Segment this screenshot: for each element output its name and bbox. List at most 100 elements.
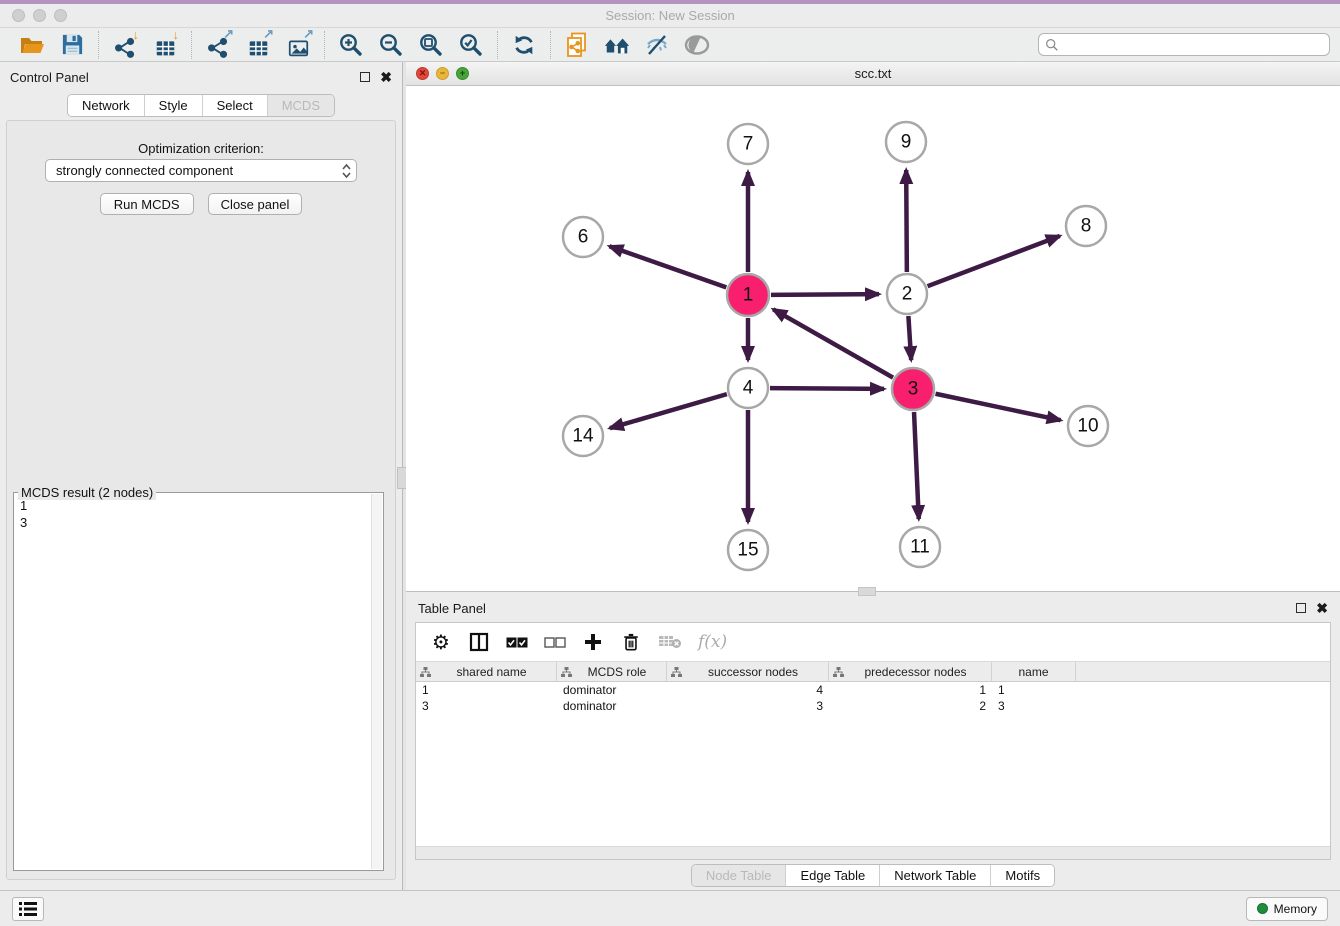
export-arrow-overlay-icon: ↗ — [223, 27, 234, 40]
tab-node-table[interactable]: Node Table — [692, 865, 786, 886]
import-table-icon[interactable]: ↓ — [151, 31, 179, 59]
cell-predecessor-nodes[interactable]: 2 — [829, 699, 992, 713]
table-scrollbar[interactable] — [416, 846, 1330, 859]
cell-successor-nodes[interactable]: 3 — [667, 699, 829, 713]
table-row[interactable]: 1 dominator 4 1 1 — [416, 682, 1330, 698]
network-minimize-button[interactable]: − — [436, 67, 449, 80]
cell-shared-name[interactable]: 1 — [416, 683, 557, 697]
tab-network-table[interactable]: Network Table — [879, 865, 990, 886]
zoom-selected-icon[interactable] — [457, 31, 485, 59]
criterion-dropdown[interactable]: strongly connected component — [45, 159, 357, 182]
close-window-button[interactable] — [12, 9, 25, 22]
graph-node-label: 7 — [743, 134, 754, 155]
tab-network[interactable]: Network — [68, 95, 144, 116]
graph-node-label: 2 — [902, 284, 913, 305]
window-controls — [12, 9, 67, 22]
network-graph[interactable]: 7968124314101511 — [406, 86, 1338, 590]
close-panel-button[interactable]: Close panel — [208, 193, 303, 215]
toolbar-separator — [497, 31, 498, 59]
table-row[interactable]: 3 dominator 3 2 3 — [416, 698, 1330, 714]
minimize-window-button[interactable] — [33, 9, 46, 22]
result-scrollbar[interactable] — [371, 494, 382, 869]
tab-select[interactable]: Select — [202, 95, 267, 116]
table-panel-title: Table Panel — [418, 601, 486, 616]
cell-mcds-role[interactable]: dominator — [557, 699, 667, 713]
delete-table-icon[interactable] — [658, 630, 682, 654]
graph-edge-2-9[interactable] — [906, 170, 907, 272]
column-header-shared-name[interactable]: shared name — [416, 662, 557, 681]
search-field[interactable] — [1038, 33, 1330, 56]
splitter-grip[interactable] — [858, 587, 876, 596]
graph-edge-1-2[interactable] — [771, 294, 879, 295]
graph-edge-3-1[interactable] — [773, 309, 893, 377]
stepper-chevrons-icon — [341, 163, 352, 179]
zoom-in-icon[interactable] — [337, 31, 365, 59]
table-settings-icon[interactable]: ⚙ — [430, 630, 452, 654]
column-header-successor-nodes[interactable]: successor nodes — [667, 662, 829, 681]
tab-edge-table[interactable]: Edge Table — [785, 865, 879, 886]
graph-edge-1-6[interactable] — [609, 246, 726, 287]
function-builder-icon[interactable]: f(x) — [698, 630, 727, 654]
hide-selected-icon[interactable] — [643, 31, 671, 59]
graph-node-label: 15 — [737, 540, 758, 561]
memory-status-dot — [1257, 903, 1268, 914]
cell-predecessor-nodes[interactable]: 1 — [829, 683, 992, 697]
close-panel-icon[interactable]: ✖ — [380, 70, 392, 84]
task-history-button[interactable] — [12, 897, 44, 921]
run-mcds-button[interactable]: Run MCDS — [100, 193, 194, 215]
deselect-all-icon[interactable] — [544, 630, 566, 654]
graph-edge-4-3[interactable] — [770, 388, 884, 389]
graph-edge-2-8[interactable] — [928, 236, 1060, 286]
toolbar-separator — [324, 31, 325, 59]
float-panel-icon[interactable] — [360, 72, 370, 82]
network-canvas[interactable]: 7968124314101511 — [406, 86, 1340, 591]
titlebar: Session: New Session — [0, 4, 1340, 28]
zoom-fit-content-icon[interactable] — [417, 31, 445, 59]
memory-button[interactable]: Memory — [1246, 897, 1328, 921]
cell-name[interactable]: 1 — [992, 683, 1076, 697]
tab-motifs[interactable]: Motifs — [990, 865, 1054, 886]
close-panel-icon[interactable]: ✖ — [1316, 601, 1328, 615]
add-column-icon[interactable] — [582, 630, 604, 654]
network-maximize-button[interactable]: + — [456, 67, 469, 80]
search-input[interactable] — [1063, 38, 1323, 52]
cell-name[interactable]: 3 — [992, 699, 1076, 713]
export-image-icon[interactable]: ↗ — [284, 31, 312, 59]
graph-node-label: 6 — [578, 227, 589, 248]
cell-successor-nodes[interactable]: 4 — [667, 683, 829, 697]
column-header-predecessor-nodes[interactable]: predecessor nodes — [829, 662, 992, 681]
cell-shared-name[interactable]: 3 — [416, 699, 557, 713]
zoom-window-button[interactable] — [54, 9, 67, 22]
tab-style[interactable]: Style — [144, 95, 202, 116]
save-session-icon[interactable] — [58, 31, 86, 59]
import-network-icon[interactable]: ↓ — [111, 31, 139, 59]
horizontal-splitter[interactable] — [406, 592, 1340, 596]
open-file-icon[interactable] — [18, 31, 46, 59]
export-network-icon[interactable]: ↗ — [204, 31, 232, 59]
refresh-icon[interactable] — [510, 31, 538, 59]
column-header-mcds-role[interactable]: MCDS role — [557, 662, 667, 681]
split-panel-icon[interactable] — [468, 630, 490, 654]
graph-edge-3-11[interactable] — [914, 412, 919, 519]
tab-mcds[interactable]: MCDS — [267, 95, 334, 116]
graph-edge-3-10[interactable] — [936, 394, 1061, 420]
mcds-result-box: MCDS result (2 nodes) 1 3 — [13, 492, 384, 871]
export-table-icon[interactable]: ↗ — [244, 31, 272, 59]
first-neighbors-icon[interactable] — [603, 31, 631, 59]
select-all-icon[interactable] — [506, 630, 528, 654]
down-arrow-overlay-icon: ↓ — [133, 28, 140, 41]
delete-column-icon[interactable] — [620, 630, 642, 654]
graph-edge-2-3[interactable] — [908, 316, 911, 360]
new-network-from-selection-icon[interactable] — [563, 31, 591, 59]
zoom-out-icon[interactable] — [377, 31, 405, 59]
float-panel-icon[interactable] — [1296, 603, 1306, 613]
network-close-button[interactable]: ✕ — [416, 67, 429, 80]
memory-label: Memory — [1274, 902, 1317, 916]
show-graphics-details-icon[interactable] — [683, 31, 711, 59]
column-header-name[interactable]: name — [992, 662, 1076, 681]
toolbar-separator — [191, 31, 192, 59]
graph-edge-4-14[interactable] — [610, 394, 727, 428]
optimization-criterion-label: Optimization criterion: — [7, 141, 395, 156]
cell-mcds-role[interactable]: dominator — [557, 683, 667, 697]
graph-node-label: 10 — [1077, 416, 1098, 437]
